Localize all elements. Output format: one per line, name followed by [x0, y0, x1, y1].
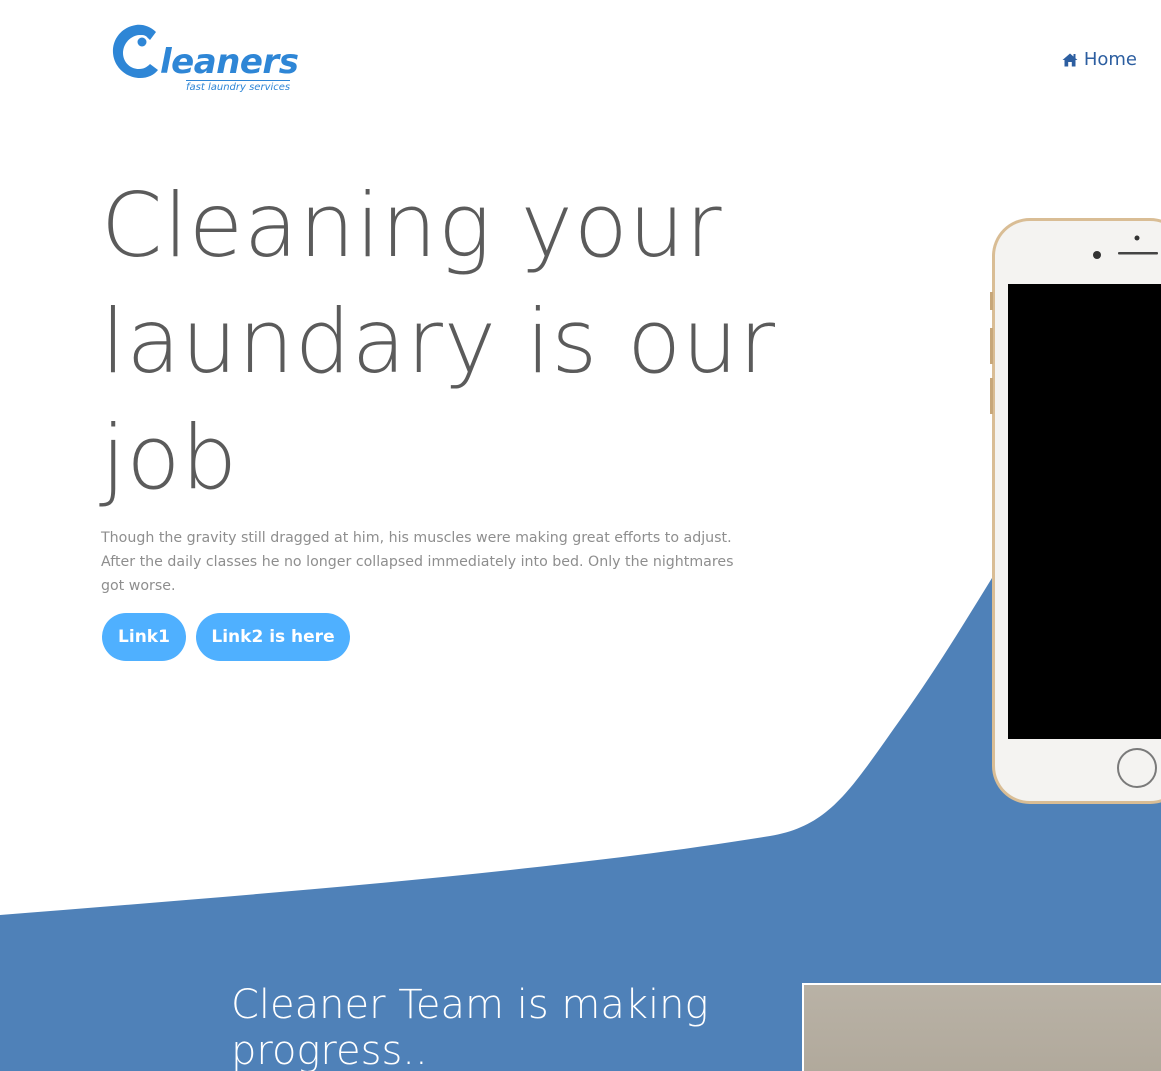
phone-mockup-image: [990, 218, 1161, 804]
home-icon: [1062, 53, 1078, 67]
link2-button[interactable]: Link2 is here: [196, 613, 350, 661]
nav-home-label: Home: [1083, 49, 1137, 70]
link1-button[interactable]: Link1: [102, 613, 186, 661]
section-title: Cleaner Team is making progress..: [231, 982, 709, 1071]
hero-text: Though the gravity still dragged at him,…: [101, 530, 734, 594]
logo-word: leaners: [160, 42, 299, 82]
page: leaners fast laundry services Home Clean…: [0, 0, 1161, 1071]
logo-tagline: fast laundry services: [186, 82, 291, 93]
hero-title: Cleaning your laundary is our job: [101, 174, 776, 509]
logo[interactable]: leaners fast laundry services: [110, 20, 299, 98]
nav-home-link[interactable]: Home: [1062, 47, 1137, 73]
logo-underline: [186, 80, 290, 81]
team-photo-image: [802, 983, 1161, 1071]
